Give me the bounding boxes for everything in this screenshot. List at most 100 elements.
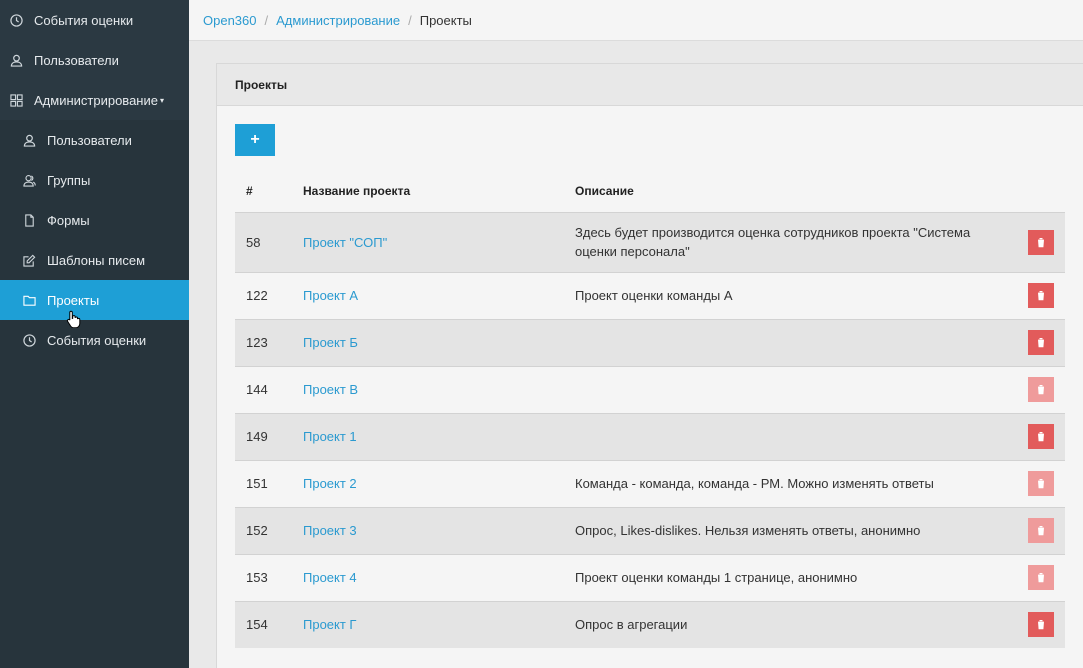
sidebar-item-email-templates[interactable]: Шаблоны писем: [0, 240, 189, 280]
project-name-link[interactable]: Проект 3: [303, 523, 357, 538]
sidebar: События оценки Пользователи Администриро…: [0, 0, 189, 668]
sidebar-item-label: События оценки: [34, 12, 134, 28]
table-row: 144 Проект В: [235, 366, 1065, 413]
project-id: 151: [246, 476, 268, 491]
trash-icon: [1036, 237, 1046, 248]
project-name-link[interactable]: Проект 2: [303, 476, 357, 491]
project-description: Проект оценки команды 1 странице, аноним…: [575, 570, 858, 585]
add-project-button[interactable]: +: [235, 124, 275, 156]
file-icon: [22, 213, 37, 228]
user-icon: [22, 133, 37, 148]
breadcrumb: Open360 / Администрирование / Проекты: [189, 0, 1083, 41]
trash-icon: [1036, 525, 1046, 536]
sidebar-item-forms[interactable]: Формы: [0, 200, 189, 240]
project-description: Опрос в агрегации: [575, 617, 688, 633]
project-id: 58: [246, 234, 261, 250]
breadcrumb-separator: /: [264, 12, 269, 28]
delete-project-button[interactable]: [1028, 424, 1054, 449]
project-id: 154: [246, 617, 268, 633]
project-id: 123: [246, 335, 268, 350]
sidebar-item-administration[interactable]: Администрирование ▾: [0, 80, 189, 120]
project-description: Здесь будет производится оценка сотрудни…: [575, 225, 971, 259]
chevron-down-icon: ▾: [159, 95, 164, 105]
breadcrumb-separator: /: [408, 12, 412, 28]
trash-icon: [1036, 478, 1046, 489]
project-description: Опрос, Likes-dislikes. Нельзя изменять о…: [575, 523, 921, 538]
table-row: 58 Проект "СОП" Здесь будет производится о…: [235, 212, 1065, 272]
user-icon: [9, 53, 24, 68]
sidebar-item-admin-users[interactable]: Пользователи: [0, 120, 189, 160]
delete-project-button[interactable]: [1028, 330, 1054, 355]
projects-table: # Название проекта Описание 58 Проект "СО…: [235, 171, 1065, 648]
sidebar-item-projects[interactable]: Проекты: [0, 280, 189, 328]
table-header-row: # Название проекта Описание: [235, 171, 1065, 212]
project-name-link[interactable]: Проект 4: [303, 570, 357, 585]
table-row: 122 Проект А Проект оценки команды А: [235, 272, 1065, 319]
trash-icon: [1036, 337, 1046, 348]
sidebar-top: События оценки Пользователи Администриро…: [0, 0, 189, 120]
table-row: 152 Проект 3 Опрос, Likes-dislikes. Нельзя…: [235, 507, 1065, 554]
sidebar-submenu: Пользователи Группы Формы Шаблоны писем …: [0, 120, 189, 360]
sidebar-item-groups[interactable]: Группы: [0, 160, 189, 200]
table-row: 123 Проект Б: [235, 319, 1065, 366]
project-description: Проект оценки команды А: [575, 288, 733, 303]
sidebar-item-admin-events[interactable]: События оценки: [0, 320, 189, 360]
table-row: 153 Проект 4 Проект оценки команды 1 стран…: [235, 554, 1065, 601]
delete-project-button[interactable]: [1028, 283, 1054, 308]
project-id: 149: [246, 429, 268, 444]
trash-icon: [1036, 431, 1046, 442]
project-name-link[interactable]: Проект Г: [303, 617, 356, 632]
breadcrumb-link-home[interactable]: Open360: [203, 13, 257, 28]
sidebar-item-label: Проекты: [47, 292, 100, 308]
grid-icon: [9, 93, 24, 108]
trash-icon: [1036, 619, 1046, 630]
column-header-description: Описание: [575, 183, 634, 198]
project-name-link[interactable]: Проект А: [303, 288, 358, 303]
project-description: [575, 319, 1015, 366]
project-name-link[interactable]: Проект "СОП": [303, 235, 387, 250]
column-header-id: #: [246, 184, 253, 199]
sidebar-item-label: Пользователи: [34, 52, 119, 68]
panel-title: Проекты: [217, 64, 1083, 106]
clock-icon: [22, 333, 37, 348]
sidebar-item-label: Пользователи: [47, 132, 132, 148]
project-description: Команда - команда, команда - РМ. Можно и…: [575, 476, 934, 491]
project-name-link[interactable]: Проект В: [303, 382, 358, 397]
projects-panel: Проекты + # Название проекта Описание 58…: [216, 63, 1083, 668]
sidebar-item-label: Администрирование: [34, 92, 158, 108]
trash-icon: [1036, 572, 1046, 583]
delete-project-button[interactable]: [1028, 518, 1054, 543]
column-header-actions: [1015, 171, 1065, 212]
delete-project-button[interactable]: [1028, 229, 1054, 255]
edit-icon: [22, 253, 37, 268]
delete-project-button[interactable]: [1028, 471, 1054, 496]
project-id: 122: [246, 288, 268, 303]
sidebar-item-label: Группы: [47, 172, 91, 188]
delete-project-button[interactable]: [1028, 612, 1054, 638]
sidebar-item-label: Формы: [47, 212, 90, 228]
table-row: 151 Проект 2 Команда - команда, команда - …: [235, 460, 1065, 507]
column-header-name: Название проекта: [303, 184, 411, 199]
sidebar-item-label: Шаблоны писем: [47, 252, 146, 268]
project-description: [575, 413, 1015, 460]
users-icon: [22, 173, 37, 188]
project-id: 152: [246, 523, 268, 538]
project-name-link[interactable]: Проект 1: [303, 429, 357, 444]
breadcrumb-current: Проекты: [419, 12, 472, 28]
delete-project-button[interactable]: [1028, 377, 1054, 402]
project-id: 153: [246, 570, 268, 585]
sidebar-item-users[interactable]: Пользователи: [0, 40, 189, 80]
breadcrumb-link-administration[interactable]: Администрирование: [276, 13, 400, 28]
sidebar-item-events[interactable]: События оценки: [0, 0, 189, 40]
project-name-link[interactable]: Проект Б: [303, 335, 358, 350]
trash-icon: [1036, 384, 1046, 395]
project-description: [575, 366, 1015, 413]
folder-icon: [22, 293, 37, 308]
table-row: 149 Проект 1: [235, 413, 1065, 460]
sidebar-item-label: События оценки: [47, 332, 147, 348]
delete-project-button[interactable]: [1028, 565, 1054, 590]
table-row: 154 Проект Г Опрос в агрегации: [235, 601, 1065, 648]
project-id: 144: [246, 382, 268, 397]
clock-icon: [9, 13, 24, 28]
trash-icon: [1036, 290, 1046, 301]
